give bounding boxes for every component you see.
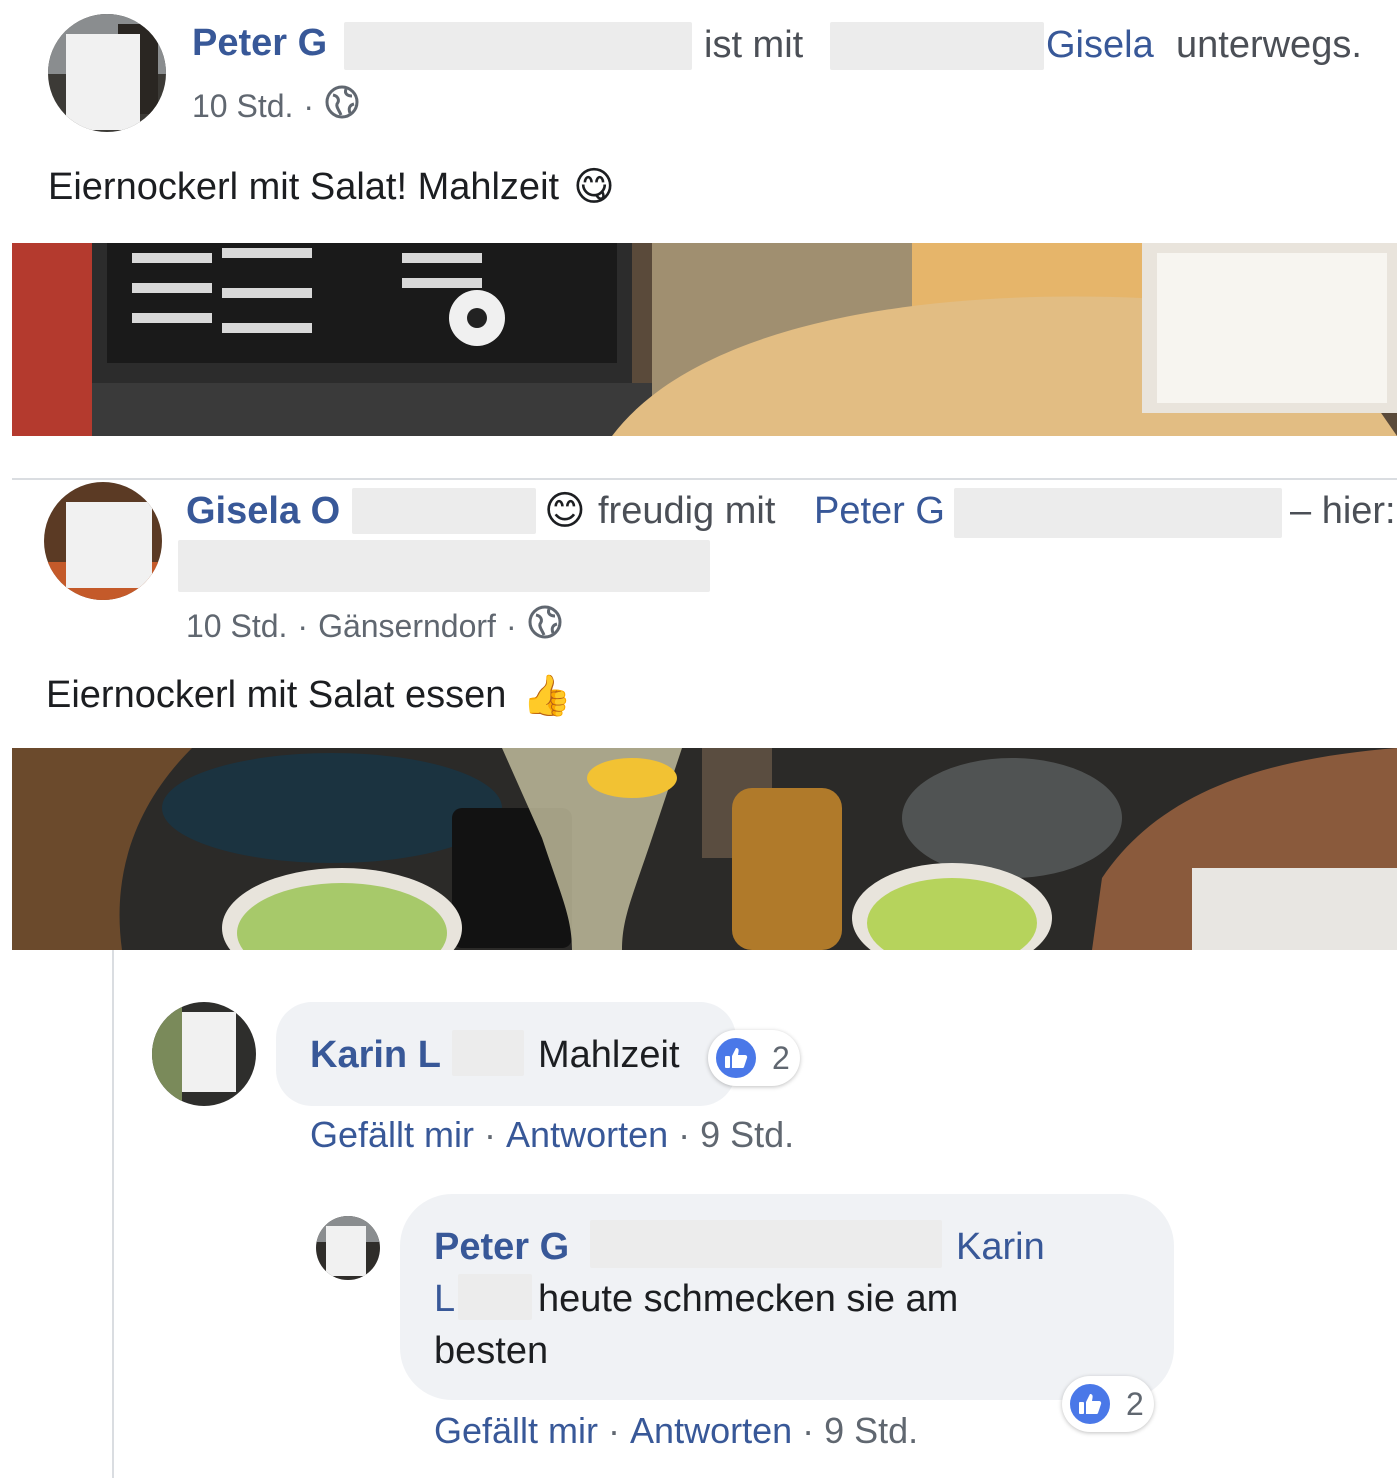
header-suffix: – hier: (1290, 490, 1396, 532)
post-meta: 10 Std. · Gänserndorf · (186, 604, 563, 648)
comment-time[interactable]: 9 Std. (824, 1410, 918, 1452)
yum-emoji: 😋 (573, 165, 615, 209)
avatar[interactable] (48, 14, 166, 132)
avatar[interactable] (152, 1002, 256, 1106)
feeling-emoji: 😊 (544, 489, 586, 533)
globe-icon[interactable] (527, 604, 563, 648)
avatar[interactable] (316, 1216, 380, 1280)
mention-link[interactable]: Karin (956, 1226, 1045, 1269)
redacted-tagged (954, 488, 1282, 538)
comment-actions: Gefällt mir · Antworten · 9 Std. (310, 1114, 794, 1156)
tagged-friend-link[interactable]: Gisela (1046, 24, 1154, 67)
redacted-surname (452, 1030, 524, 1076)
comment-actions: Gefällt mir · Antworten · 9 Std. (434, 1410, 918, 1452)
author-name[interactable]: Gisela O (186, 490, 340, 533)
tagged-friend-link[interactable]: Peter G (814, 490, 945, 533)
timestamp-link[interactable]: 10 Std. (186, 608, 287, 645)
thumbs-up-emoji: 👍 (522, 674, 573, 718)
location-link[interactable]: Gänserndorf (318, 608, 496, 645)
post-text-body: Eiernockerl mit Salat! Mahlzeit (48, 165, 560, 208)
post-text-body: Eiernockerl mit Salat essen (46, 674, 507, 716)
timestamp-link[interactable]: 10 Std. (192, 88, 293, 125)
meta-dot: · (303, 87, 315, 124)
redacted-place (178, 540, 710, 592)
like-count: 2 (1126, 1385, 1144, 1422)
action-dot: · (484, 1114, 497, 1155)
reply-action[interactable]: Antworten (630, 1410, 792, 1452)
post-meta: 10 Std. · (192, 84, 360, 128)
reaction-summary[interactable]: 2 (1062, 1376, 1154, 1432)
redacted-tagged (830, 22, 1044, 70)
comment-time[interactable]: 9 Std. (700, 1114, 794, 1156)
comment-text: Mahlzeit (538, 1034, 680, 1076)
comment-author[interactable]: Peter G (434, 1226, 569, 1269)
like-icon (714, 1036, 758, 1080)
meta-dot: · (505, 607, 517, 644)
feeling-text: freudig mit (598, 490, 776, 532)
action-dot: · (802, 1410, 815, 1451)
author-name[interactable]: Peter G (192, 22, 327, 65)
redacted-mention (458, 1274, 532, 1320)
globe-icon[interactable] (324, 84, 360, 128)
action-dot: · (608, 1410, 621, 1451)
post-text: Eiernockerl mit Salat essen 👍 (46, 672, 572, 719)
meta-dot: · (297, 607, 309, 644)
like-action[interactable]: Gefällt mir (310, 1114, 474, 1156)
mention-link-last[interactable]: L (434, 1278, 455, 1321)
redacted-surname (590, 1220, 942, 1268)
like-icon (1068, 1382, 1112, 1426)
post-photo[interactable] (12, 748, 1397, 950)
thread-line (112, 950, 114, 1478)
post-text: Eiernockerl mit Salat! Mahlzeit 😋 (48, 164, 615, 210)
like-count: 2 (772, 1039, 790, 1076)
reply-action[interactable]: Antworten (506, 1114, 668, 1156)
comment-text-line1: heute schmecken sie am (538, 1278, 959, 1320)
avatar[interactable] (44, 482, 162, 600)
post-photo[interactable] (12, 243, 1397, 436)
redacted-surname (352, 488, 536, 534)
like-action[interactable]: Gefällt mir (434, 1410, 598, 1452)
reaction-summary[interactable]: 2 (708, 1030, 800, 1086)
comment-author[interactable]: Karin L (310, 1034, 441, 1077)
action-dot: · (678, 1114, 691, 1155)
header-connector: ist mit (704, 24, 804, 66)
redacted-surname (344, 22, 692, 70)
header-suffix: unterwegs. (1176, 24, 1362, 66)
post-separator (12, 478, 1397, 480)
comment-text-line2: besten (434, 1330, 549, 1372)
